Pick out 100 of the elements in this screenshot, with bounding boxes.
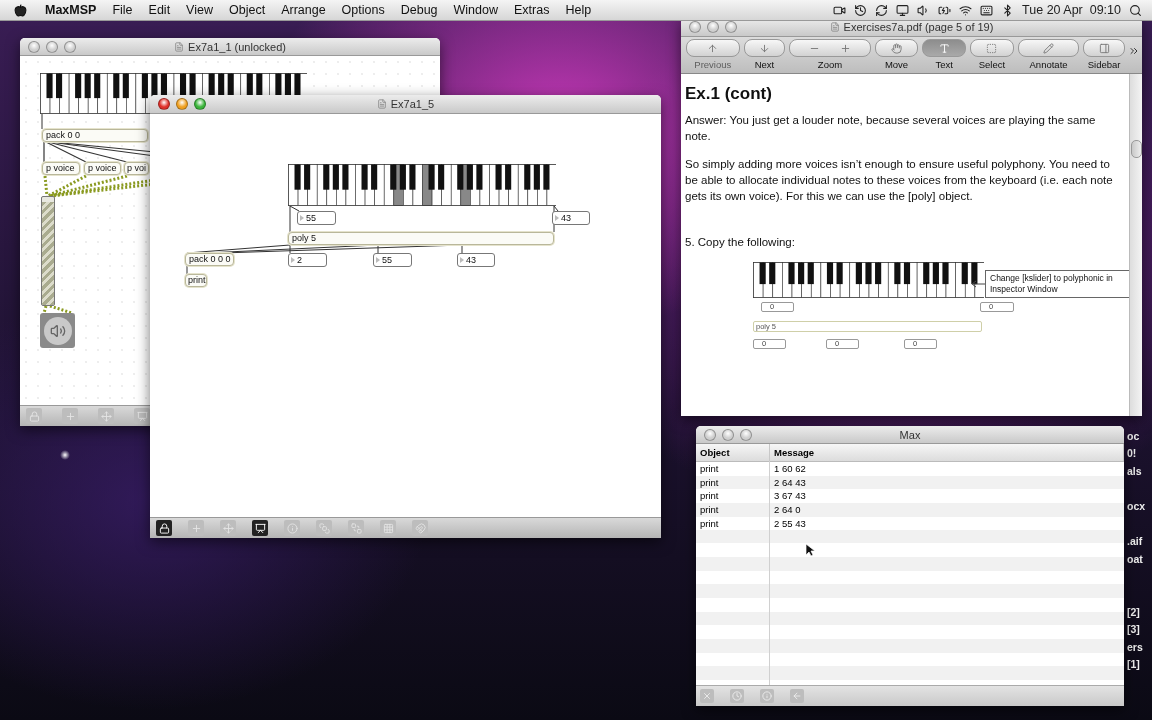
clock-button[interactable]: [730, 689, 744, 703]
close-button[interactable]: [704, 429, 716, 441]
menu-item[interactable]: File: [104, 3, 141, 17]
table-cell-text: 2 55 43: [773, 516, 807, 531]
clear-button[interactable]: [700, 689, 714, 703]
table-cell-text: 1 60 62: [773, 462, 807, 476]
overflow-chevron-icon[interactable]: [1128, 45, 1140, 57]
desktop-file-label[interactable]: 0!: [1127, 447, 1137, 459]
page-paragraph: Answer: You just get a louder note, because several voices are playing the same note.: [685, 113, 1097, 144]
text-tool-icon: [938, 42, 950, 54]
selection-icon: [986, 42, 998, 54]
lock-icon: [158, 522, 170, 534]
window-title: Ex7a1_5: [390, 98, 435, 110]
apple-logo-icon[interactable]: [14, 3, 27, 17]
object-box[interactable]: p voice: [42, 162, 80, 175]
document-icon: [829, 22, 840, 32]
desktop-file-label[interactable]: [1]: [1127, 658, 1140, 670]
column-header[interactable]: Message: [770, 444, 1124, 461]
minimize-button[interactable]: [707, 21, 719, 33]
wifi-icon[interactable]: [959, 3, 973, 17]
move-icon: [222, 522, 234, 534]
number-box[interactable]: 43: [552, 211, 590, 225]
menu-item[interactable]: Extras: [506, 3, 558, 17]
menu-item[interactable]: Debug: [392, 3, 446, 17]
object-box[interactable]: pack 0 0: [42, 129, 148, 142]
clock-arrow-icon[interactable]: [854, 3, 868, 17]
table-cell-text: 2 64 0: [773, 503, 802, 517]
close-button[interactable]: [28, 41, 40, 53]
minimize-button[interactable]: [46, 41, 58, 53]
desktop-file-label[interactable]: [2]: [1127, 606, 1140, 618]
desktop-file-label[interactable]: oc: [1127, 430, 1140, 442]
vertical-scrollbar[interactable]: [1129, 74, 1142, 416]
table-cell-text: 2 64 43: [773, 475, 807, 490]
presentation-icon: [254, 522, 266, 534]
number-box[interactable]: 43: [457, 253, 495, 267]
minimize-button[interactable]: [176, 98, 188, 110]
audio-output-button[interactable]: [40, 313, 75, 348]
gain-slider[interactable]: [41, 196, 55, 306]
close-button[interactable]: [689, 21, 701, 33]
lock-icon: [28, 410, 40, 422]
object-box[interactable]: p voi: [124, 162, 149, 175]
zoom-button[interactable]: [194, 98, 206, 110]
display-icon[interactable]: [896, 3, 910, 17]
window-title: Max: [899, 428, 921, 441]
piano-keyboard[interactable]: [288, 164, 556, 206]
scroll-thumb[interactable]: [1131, 140, 1142, 158]
menu-item[interactable]: View: [178, 3, 221, 17]
number-box[interactable]: 55: [297, 211, 336, 225]
up-arrow-icon: [707, 42, 719, 54]
plus-icon: [190, 522, 202, 534]
menu-clock[interactable]: Tue 20 Apr 09:10: [1022, 3, 1121, 17]
desktop-file-label[interactable]: [3]: [1127, 623, 1140, 635]
magnet-icon: [414, 522, 426, 534]
keyboard-icon[interactable]: [980, 3, 994, 17]
arrow-left-icon: [792, 691, 802, 701]
desktop-file-label[interactable]: .aif: [1127, 535, 1143, 547]
number-box[interactable]: 55: [373, 253, 412, 267]
toolbar-button[interactable]: [156, 520, 172, 536]
zoom-button[interactable]: [64, 41, 76, 53]
menu-item[interactable]: Window: [445, 3, 506, 17]
desktop-file-label[interactable]: ers: [1127, 641, 1143, 653]
table-cell-text: print: [699, 489, 720, 504]
number-box[interactable]: 2: [288, 253, 327, 267]
triangle-icon: [376, 257, 380, 263]
desktop-file-label[interactable]: oat: [1127, 553, 1143, 565]
send-back-icon: [350, 522, 362, 534]
back-button[interactable]: [790, 689, 804, 703]
desktop-file-label[interactable]: ocx: [1127, 500, 1146, 512]
triangle-icon: [555, 215, 559, 221]
object-box[interactable]: p voice: [84, 162, 121, 175]
window-title: Ex7a1_1 (unlocked): [188, 40, 286, 53]
zoom-button[interactable]: [740, 429, 752, 441]
menu-item[interactable]: Arrange: [273, 3, 334, 17]
hand-icon: [891, 42, 903, 54]
bring-front-icon: [318, 522, 330, 534]
object-box[interactable]: print: [185, 274, 207, 287]
desktop-file-label[interactable]: als: [1127, 465, 1142, 477]
object-box[interactable]: poly 5: [288, 232, 554, 245]
info-button[interactable]: [760, 689, 774, 703]
move-icon: [100, 410, 112, 422]
menu-item[interactable]: Edit: [140, 3, 179, 17]
toolbar-button[interactable]: [252, 520, 268, 536]
plus-icon: [840, 42, 851, 54]
triangle-icon: [291, 257, 295, 263]
search-icon[interactable]: [1129, 3, 1142, 17]
close-button[interactable]: [158, 98, 170, 110]
close-icon: [702, 691, 712, 701]
table-cell-text: print: [699, 503, 720, 517]
app-menu[interactable]: MaxMSP: [37, 3, 105, 17]
sync-icon[interactable]: [875, 3, 889, 17]
minimize-button[interactable]: [722, 429, 734, 441]
menu-item[interactable]: Options: [333, 3, 393, 17]
menu-item[interactable]: Object: [221, 3, 274, 17]
page-heading: Ex.1 (cont): [685, 86, 773, 102]
object-box[interactable]: pack 0 0 0: [185, 253, 234, 266]
column-header[interactable]: Object: [696, 444, 770, 461]
presentation-icon: [136, 410, 148, 422]
info-icon: [286, 522, 298, 534]
menu-item[interactable]: Help: [557, 3, 600, 17]
zoom-button[interactable]: [725, 21, 737, 33]
